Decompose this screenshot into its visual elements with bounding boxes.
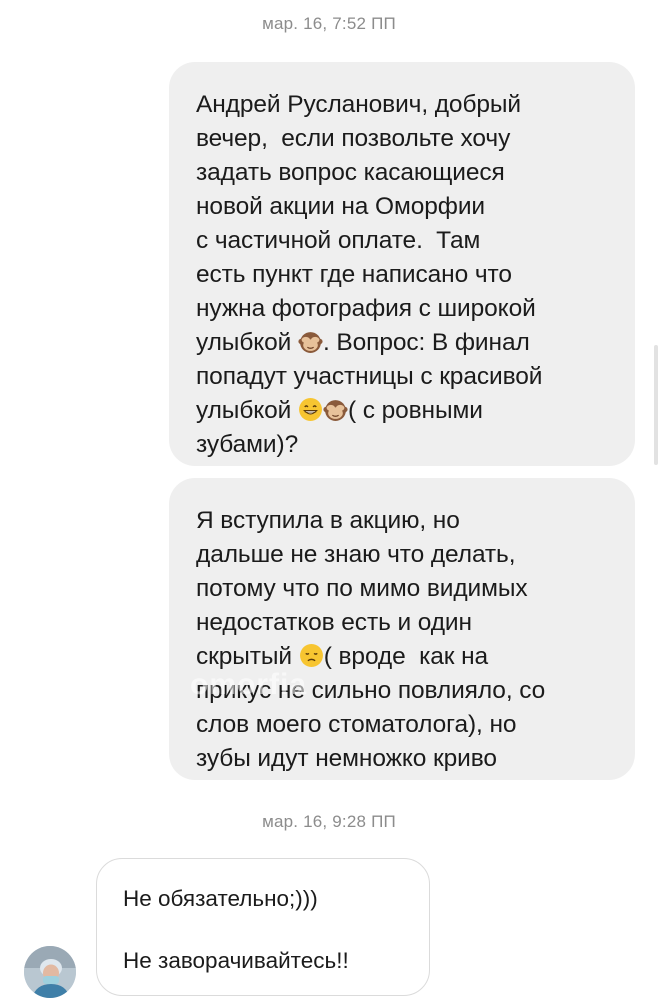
message-text-line: прикус не сильно повлияло, со [196,677,546,704]
message-text-line: вечер, если позвольте хочу [196,125,511,152]
grinning-face-icon [299,398,322,421]
message-text-line: новой акции на Оморфии [196,193,486,220]
message-text-line: Не обязательно;))) [123,886,318,911]
message-timestamp: мар. 16, 9:28 ПП [262,812,396,831]
message-text-fragment: ( вроде как на [323,643,489,670]
see-no-evil-monkey-icon [323,400,348,421]
message-text-line: с частичной оплате. Там [196,227,481,254]
see-no-evil-monkey-icon [298,332,323,353]
message-text-line: Я вступила в акцию, но [196,507,460,534]
message-text-line: дальше не знаю что делать, [196,541,516,568]
message-timestamp: мар. 16, 7:52 ПП [262,14,396,33]
message-text-line: Андрей Русланович, добрый [196,91,522,118]
message-text-line: Не заворачивайтесь!! [123,948,349,973]
message-text-fragment: скрытый [196,643,299,670]
message-text-line: слов моего стоматолога), но [196,711,517,738]
sender-avatar[interactable] [24,946,76,998]
message-text-line: недостатков есть и один [196,609,472,636]
message-text-fragment: улыбкой [196,397,298,424]
message-text-line: скрытый ( вроде как на [196,640,615,674]
scroll-indicator[interactable] [654,345,658,465]
disappointed-face-icon [299,644,323,667]
message-text-line: есть пункт где написано что [196,261,512,288]
incoming-message-bubble[interactable]: Не обязательно;))) Не заворачивайтесь!! [96,858,430,996]
message-text-fragment: . Вопрос: В финал [322,329,530,356]
outgoing-message-bubble[interactable]: Андрей Русланович, добрый вечер, если по… [169,62,635,466]
outgoing-message-bubble[interactable]: Я вступила в акцию, но дальше не знаю чт… [169,478,635,780]
message-text-line: улыбкой ( с ровными [196,394,615,428]
avatar-photo-icon [24,946,76,998]
message-text-fragment: ( с ровными [347,397,483,424]
message-text-line: потому что по мимо видимых [196,575,528,602]
message-text-line: зубы идут немножко криво [196,745,497,772]
message-text-line: зубами)? [196,431,299,458]
message-text-line: нужна фотография с широкой [196,295,536,322]
message-text-fragment: улыбкой [196,329,298,356]
message-text-line: улыбкой . Вопрос: В финал [196,326,615,360]
message-text-line: задать вопрос касающиеся [196,159,505,186]
message-text-line: попадут участницы с красивой [196,363,543,390]
